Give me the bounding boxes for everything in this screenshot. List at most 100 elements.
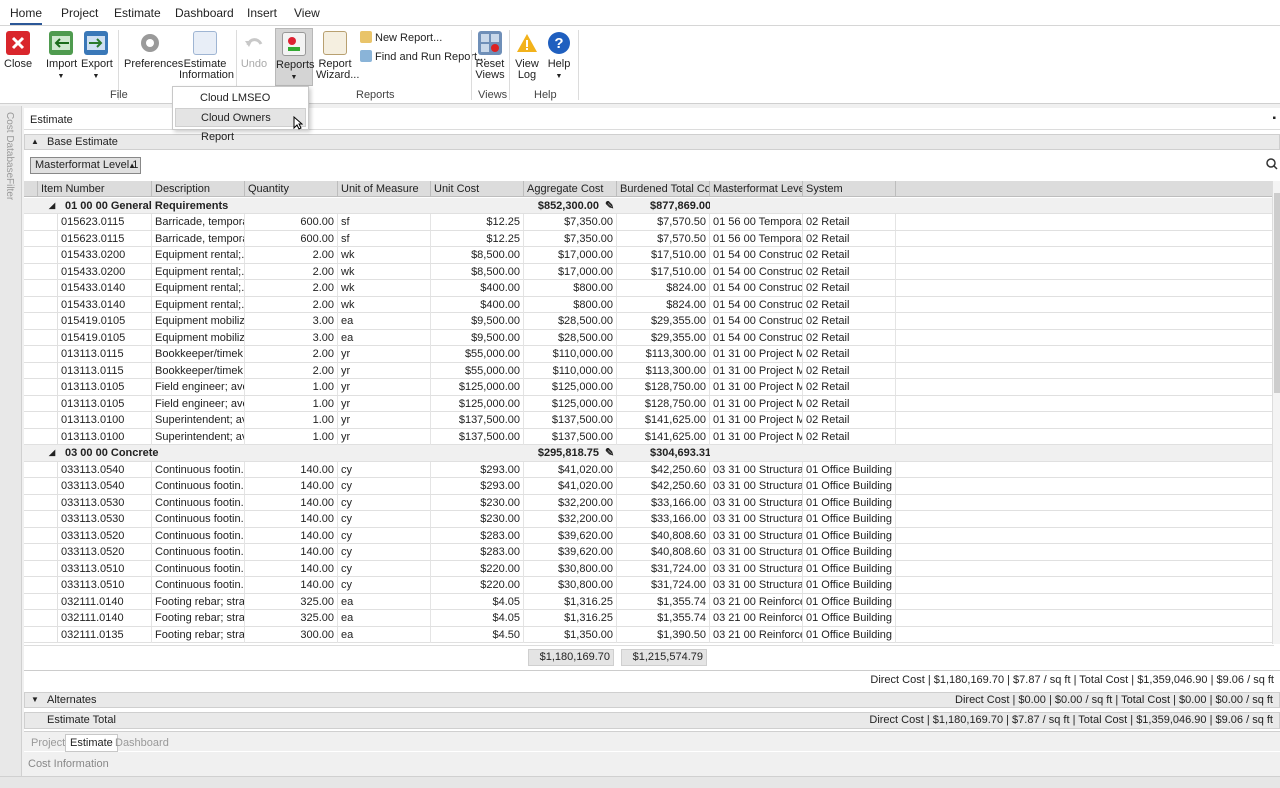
table-row[interactable]: 015433.0200 Equipment rental;... 2.00 wk $8,… bbox=[24, 263, 1274, 280]
cell-item-number[interactable]: 015433.0140 bbox=[58, 280, 152, 296]
edit-pencil-icon[interactable]: ✎ bbox=[602, 445, 617, 461]
cell-unit-of-measure[interactable]: cy bbox=[338, 560, 431, 577]
cell-system[interactable]: 01 Office Building bbox=[803, 511, 896, 527]
cell-unit-cost[interactable]: $4.05 bbox=[431, 610, 524, 626]
cell-aggregate-cost[interactable]: $800.00 bbox=[524, 280, 617, 296]
cell-unit-cost[interactable]: $230.00 bbox=[431, 494, 524, 511]
cell-item-number[interactable]: 015623.0115 bbox=[58, 214, 152, 230]
cell-masterformat-level-3[interactable]: 01 56 00 Temporar... bbox=[710, 214, 803, 230]
cell-quantity[interactable]: 2.00 bbox=[245, 247, 338, 263]
cell-unit-cost[interactable]: $220.00 bbox=[431, 560, 524, 577]
cell-masterformat-level-3[interactable]: 03 31 00 Structural... bbox=[710, 478, 803, 494]
cell-unit-of-measure[interactable]: ea bbox=[338, 329, 431, 346]
table-row[interactable]: 015623.0115Barricade, tempora...600.00sf… bbox=[24, 214, 1274, 231]
cell-unit-cost[interactable]: $4.05 bbox=[431, 593, 524, 610]
collapse-icon[interactable]: ▲ bbox=[31, 135, 39, 149]
cell-masterformat-level-3[interactable]: 01 31 00 Project M... bbox=[710, 412, 803, 428]
cell-unit-cost[interactable]: $9,500.00 bbox=[431, 329, 524, 346]
cell-description[interactable]: Footing rebar; strai... bbox=[152, 626, 245, 643]
collapse-group-icon[interactable]: ◢ bbox=[46, 445, 62, 461]
cell-unit-cost[interactable]: $8,500.00 bbox=[431, 263, 524, 280]
cell-aggregate-cost[interactable]: $125,000.00 bbox=[524, 379, 617, 395]
cell-aggregate-cost[interactable]: $137,500.00 bbox=[524, 428, 617, 445]
cell-masterformat-level-3[interactable]: 03 31 00 Structural... bbox=[710, 527, 803, 544]
cell-quantity[interactable]: 2.00 bbox=[245, 362, 338, 379]
cell-system[interactable]: 02 Retail bbox=[803, 329, 896, 346]
cell-item-number[interactable]: 015623.0115 bbox=[58, 230, 152, 247]
cell-masterformat-level-3[interactable]: 01 54 00 Construct... bbox=[710, 329, 803, 346]
cell-masterformat-level-3[interactable]: 03 21 00 Reinforce... bbox=[710, 593, 803, 610]
cell-burdened-total-cost[interactable]: $42,250.60 bbox=[617, 478, 710, 494]
cell-description[interactable]: Continuous footin... bbox=[152, 560, 245, 577]
cell-unit-cost[interactable]: $55,000.00 bbox=[431, 362, 524, 379]
column-header-unit-cost[interactable]: Unit Cost bbox=[431, 181, 524, 197]
table-row[interactable]: 032111.0135Footing rebar; strai...300.00… bbox=[24, 626, 1274, 643]
table-row[interactable]: 013113.0100Superintendent; av...1.00yr$1… bbox=[24, 428, 1274, 445]
cell-masterformat-level-3[interactable]: 01 31 00 Project M... bbox=[710, 379, 803, 395]
cell-item-number[interactable]: 033113.0510 bbox=[58, 560, 152, 577]
table-row[interactable]: 015433.0200 Equipment rental;... 2.00 wk $8,… bbox=[24, 247, 1274, 264]
cell-masterformat-level-3[interactable]: 01 31 00 Project M... bbox=[710, 362, 803, 379]
table-row[interactable]: 033113.0530 Continuous footin... 140.00 cy $… bbox=[24, 511, 1274, 528]
cell-aggregate-cost[interactable]: $137,500.00 bbox=[524, 412, 617, 428]
cell-masterformat-level-3[interactable]: 01 54 00 Construct... bbox=[710, 313, 803, 329]
column-header-aggregate-cost[interactable]: Aggregate Cost bbox=[524, 181, 617, 197]
table-row[interactable]: 033113.0520 Continuous footin... 140.00 cy $… bbox=[24, 544, 1274, 561]
cell-description[interactable]: Equipment mobiliz... bbox=[152, 329, 245, 346]
cell-unit-of-measure[interactable]: wk bbox=[338, 296, 431, 313]
view-log-button[interactable]: View Log bbox=[513, 28, 541, 96]
collapse-group-icon[interactable]: ◢ bbox=[46, 198, 62, 214]
cell-unit-of-measure[interactable]: cy bbox=[338, 461, 431, 478]
cell-system[interactable]: 02 Retail bbox=[803, 263, 896, 280]
cell-aggregate-cost[interactable]: $32,200.00 bbox=[524, 511, 617, 527]
cell-description[interactable]: Equipment rental;... bbox=[152, 280, 245, 296]
cell-unit-of-measure[interactable]: yr bbox=[338, 395, 431, 412]
cell-system[interactable]: 01 Office Building bbox=[803, 593, 896, 610]
report-wizard-button[interactable]: Report Wizard... bbox=[316, 28, 359, 96]
cell-aggregate-cost[interactable]: $17,000.00 bbox=[524, 263, 617, 280]
table-row[interactable]: 015419.0105 Equipment mobiliz... 3.00 ea $9,… bbox=[24, 329, 1274, 346]
cell-aggregate-cost[interactable]: $7,350.00 bbox=[524, 214, 617, 230]
tab-insert[interactable]: Insert bbox=[247, 6, 277, 20]
cell-item-number[interactable]: 033113.0510 bbox=[58, 577, 152, 593]
cell-quantity[interactable]: 140.00 bbox=[245, 511, 338, 527]
cell-item-number[interactable]: 013113.0105 bbox=[58, 379, 152, 395]
cell-unit-cost[interactable]: $12.25 bbox=[431, 230, 524, 247]
cell-system[interactable]: 02 Retail bbox=[803, 395, 896, 412]
cell-unit-of-measure[interactable]: yr bbox=[338, 428, 431, 445]
group-row[interactable]: ◢ 01 00 00 General Requirements $852,300.0… bbox=[24, 197, 1274, 214]
cell-unit-cost[interactable]: $283.00 bbox=[431, 527, 524, 544]
find-run-report-button[interactable]: Find and Run Report... bbox=[360, 49, 486, 65]
cell-masterformat-level-3[interactable]: 01 56 00 Temporar... bbox=[710, 230, 803, 247]
cell-system[interactable]: 01 Office Building bbox=[803, 494, 896, 511]
cell-unit-of-measure[interactable]: yr bbox=[338, 346, 431, 362]
tab-dashboard[interactable]: Dashboard bbox=[175, 6, 234, 20]
cell-unit-of-measure[interactable]: cy bbox=[338, 527, 431, 544]
cell-unit-of-measure[interactable]: wk bbox=[338, 263, 431, 280]
cell-unit-of-measure[interactable]: wk bbox=[338, 247, 431, 263]
cell-masterformat-level-3[interactable]: 03 31 00 Structural... bbox=[710, 511, 803, 527]
tab-view[interactable]: View bbox=[294, 6, 320, 20]
cell-item-number[interactable]: 015419.0105 bbox=[58, 313, 152, 329]
menu-item-cloud-owners-report[interactable]: Cloud Owners Report bbox=[175, 108, 306, 143]
table-row[interactable]: 033113.0510 Continuous footin... 140.00 cy $… bbox=[24, 577, 1274, 594]
table-row[interactable]: 033113.0530 Continuous footin... 140.00 cy $… bbox=[24, 494, 1274, 511]
cell-unit-cost[interactable]: $293.00 bbox=[431, 461, 524, 478]
table-row[interactable]: 033113.0540 Continuous footin... 140.00 cy $… bbox=[24, 478, 1274, 495]
cell-aggregate-cost[interactable]: $110,000.00 bbox=[524, 362, 617, 379]
cell-quantity[interactable]: 2.00 bbox=[245, 280, 338, 296]
cell-quantity[interactable]: 3.00 bbox=[245, 313, 338, 329]
cell-masterformat-level-3[interactable]: 03 31 00 Structural... bbox=[710, 494, 803, 511]
cell-unit-cost[interactable]: $137,500.00 bbox=[431, 412, 524, 428]
cell-quantity[interactable]: 1.00 bbox=[245, 379, 338, 395]
cell-aggregate-cost[interactable]: $17,000.00 bbox=[524, 247, 617, 263]
cell-aggregate-cost[interactable]: $41,020.00 bbox=[524, 478, 617, 494]
import-button[interactable]: Import ▼ bbox=[46, 28, 77, 96]
cell-quantity[interactable]: 140.00 bbox=[245, 577, 338, 593]
cell-burdened-total-cost[interactable]: $7,570.50 bbox=[617, 214, 710, 230]
column-header-burdened-total-cost[interactable]: Burdened Total Cost bbox=[617, 181, 710, 197]
cell-burdened-total-cost[interactable]: $17,510.00 bbox=[617, 247, 710, 263]
alternates-section[interactable]: ▼ Alternates Direct Cost | $0.00 | $0.00… bbox=[24, 692, 1280, 708]
cell-unit-cost[interactable]: $230.00 bbox=[431, 511, 524, 527]
cell-unit-of-measure[interactable]: yr bbox=[338, 379, 431, 395]
